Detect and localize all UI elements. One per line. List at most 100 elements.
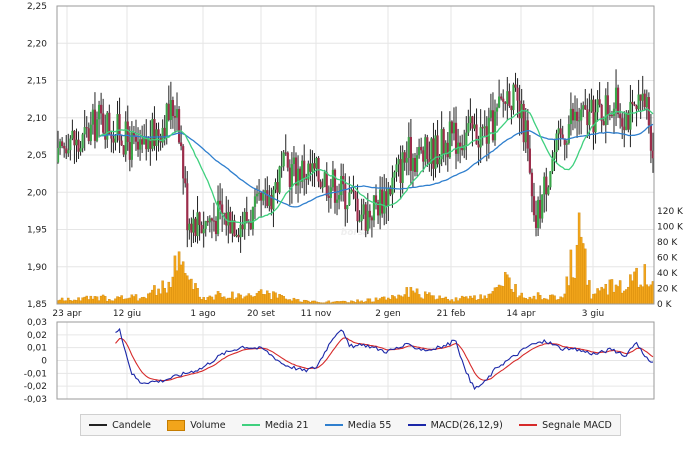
volume-bar bbox=[151, 289, 154, 305]
candle-body bbox=[549, 171, 552, 188]
candle-body bbox=[305, 178, 308, 180]
volume-bar bbox=[128, 297, 132, 305]
volume-bar bbox=[524, 298, 528, 305]
volume-bar bbox=[590, 298, 593, 305]
volume-bar bbox=[251, 296, 255, 305]
candle-body bbox=[196, 212, 199, 237]
volume-bar bbox=[85, 295, 88, 305]
volume-bar bbox=[526, 299, 530, 305]
candle-body bbox=[469, 116, 472, 124]
candle-body bbox=[467, 123, 470, 133]
volume-bar bbox=[485, 298, 489, 305]
volume-bar bbox=[588, 280, 591, 305]
candle-body bbox=[83, 127, 86, 135]
volume-bar bbox=[489, 293, 493, 305]
candle-body bbox=[87, 128, 90, 142]
date-tick-label: 20 set bbox=[247, 309, 276, 319]
candle-body bbox=[157, 129, 160, 136]
candle-body bbox=[512, 84, 515, 111]
candle-body bbox=[97, 104, 101, 120]
volume-bar bbox=[501, 286, 505, 305]
candle-body bbox=[534, 215, 538, 228]
candle-body bbox=[290, 164, 294, 187]
volume-tick-label: 100 K bbox=[657, 223, 684, 233]
date-tick-label: 14 apr bbox=[506, 309, 536, 319]
candle-body bbox=[391, 177, 394, 195]
volume-bar bbox=[497, 284, 501, 305]
candle-body bbox=[266, 190, 269, 206]
volume-bar bbox=[169, 287, 173, 305]
volume-bar bbox=[286, 299, 290, 305]
candle-body bbox=[153, 119, 156, 146]
candle-body bbox=[350, 189, 353, 193]
candle-body bbox=[405, 157, 408, 163]
volume-bar bbox=[202, 297, 205, 305]
volume-bar bbox=[239, 294, 242, 305]
candle-body bbox=[294, 157, 298, 186]
candle-body bbox=[235, 234, 238, 237]
volume-bar bbox=[557, 299, 560, 305]
candle-body bbox=[229, 211, 232, 234]
volume-bar bbox=[510, 289, 513, 305]
candle-body bbox=[249, 222, 252, 230]
candle-body bbox=[530, 172, 534, 197]
candle-body bbox=[637, 94, 640, 110]
candle-body bbox=[198, 212, 201, 226]
volume-bar bbox=[229, 297, 232, 305]
candle-body bbox=[506, 91, 509, 104]
macd-tick-label: 0,02 bbox=[27, 331, 47, 341]
legend-swatch bbox=[167, 419, 186, 431]
volume-bar bbox=[167, 281, 171, 305]
volume-bar bbox=[633, 271, 636, 305]
volume-bar bbox=[610, 279, 614, 305]
volume-bar bbox=[608, 279, 612, 305]
signal-line bbox=[115, 337, 654, 382]
candle-body bbox=[399, 159, 402, 183]
candle-body bbox=[167, 103, 170, 120]
candle-body bbox=[333, 169, 337, 203]
volume-bar bbox=[196, 288, 199, 305]
candle-body bbox=[344, 184, 347, 210]
candle-body bbox=[118, 114, 121, 141]
volume-bar bbox=[263, 294, 267, 305]
candle-body bbox=[569, 108, 573, 125]
date-tick-label: 1 ago bbox=[190, 309, 216, 319]
date-tick-label: 11 nov bbox=[301, 309, 333, 319]
candle-body bbox=[477, 144, 480, 148]
candle-body bbox=[227, 211, 230, 226]
chart-legend: Candele Volume Media 21 Media 55 MACD(26,12,… bbox=[80, 414, 621, 436]
volume-bar bbox=[126, 298, 130, 305]
volume-bar bbox=[627, 286, 630, 305]
candle-body bbox=[545, 176, 548, 195]
volume-bar bbox=[212, 299, 216, 305]
candle-body bbox=[592, 99, 595, 133]
volume-bar bbox=[214, 294, 218, 305]
volume-bar bbox=[553, 295, 556, 305]
price-tick-label: 1,95 bbox=[27, 226, 47, 236]
candle-body bbox=[75, 139, 78, 146]
candle-body bbox=[561, 134, 564, 139]
volume-bar bbox=[491, 291, 495, 305]
candle-body bbox=[120, 140, 123, 146]
volume-bar bbox=[504, 272, 507, 305]
volume-bar bbox=[499, 285, 503, 305]
volume-bar bbox=[567, 285, 571, 305]
macd-tick-label: 0,01 bbox=[27, 344, 47, 354]
volume-bar bbox=[635, 267, 638, 305]
candle-body bbox=[165, 103, 168, 138]
candle-body bbox=[309, 163, 312, 172]
candle-body bbox=[126, 121, 129, 142]
candle-body bbox=[91, 109, 95, 125]
candle-body bbox=[79, 148, 82, 152]
volume-bar bbox=[227, 297, 230, 305]
volume-bar bbox=[171, 276, 175, 305]
candle-body bbox=[200, 225, 203, 234]
candle-body bbox=[590, 99, 593, 112]
volume-bar bbox=[159, 293, 162, 305]
volume-bar bbox=[60, 297, 64, 305]
price-tick-label: 1,85 bbox=[27, 300, 47, 310]
candle-body bbox=[278, 166, 281, 193]
volume-bar bbox=[206, 297, 210, 305]
volume-bar bbox=[584, 248, 587, 305]
volume-bar bbox=[194, 283, 197, 305]
